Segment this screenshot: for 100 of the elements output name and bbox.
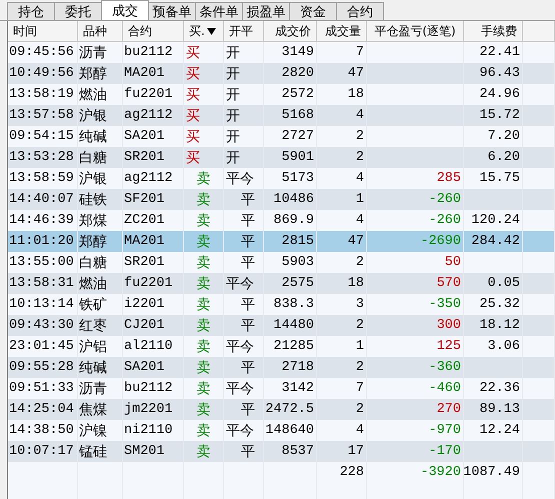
side-cell: 卖 bbox=[196, 296, 210, 314]
pnl-cell: -260 bbox=[428, 213, 461, 228]
side-cell: 买 bbox=[186, 64, 200, 82]
volume-cell: 4 bbox=[356, 423, 364, 438]
offset-cell: 平今 bbox=[226, 274, 254, 292]
offset-cell: 开 bbox=[226, 148, 240, 166]
pnl-cell: 285 bbox=[436, 171, 461, 186]
fee-cell: 3.06 bbox=[488, 339, 520, 354]
offset-cell: 平 bbox=[241, 442, 255, 460]
trade-row[interactable]: 09:43:30 红枣 CJ201 卖 平 14480 2 300 18.12 bbox=[8, 315, 555, 336]
pnl-cell: 570 bbox=[436, 276, 461, 291]
trade-row[interactable]: 09:55:28 纯碱 SA201 卖 平 2718 2 -360 bbox=[8, 357, 555, 378]
fee-cell: 15.72 bbox=[479, 108, 520, 123]
tab[interactable]: 资金 bbox=[289, 2, 337, 20]
fee-cell: 15.75 bbox=[479, 171, 520, 186]
time-cell: 14:40:07 bbox=[9, 192, 74, 207]
tab[interactable]: 损盈单 bbox=[242, 2, 290, 20]
time-cell: 10:49:56 bbox=[9, 66, 74, 81]
trade-row[interactable]: 14:25:04 焦煤 jm2201 卖 平 2472.5 2 270 89.13 bbox=[8, 399, 555, 420]
side-cell: 卖 bbox=[196, 212, 210, 230]
column-header[interactable]: 手续费 bbox=[464, 21, 523, 41]
sort-descending-icon[interactable] bbox=[206, 28, 216, 34]
contract-cell: MA201 bbox=[124, 66, 165, 81]
product-cell: 沥青 bbox=[79, 44, 107, 62]
price-cell: 5173 bbox=[282, 171, 314, 186]
product-cell: 沪铝 bbox=[79, 338, 107, 356]
offset-cell: 平 bbox=[241, 358, 255, 376]
offset-cell: 平 bbox=[241, 316, 255, 334]
contract-cell: ag2112 bbox=[124, 108, 173, 123]
time-cell: 10:13:14 bbox=[9, 297, 74, 312]
time-cell: 09:55:28 bbox=[9, 360, 74, 375]
fee-cell: 0.05 bbox=[488, 276, 520, 291]
product-cell: 郑醇 bbox=[79, 232, 107, 250]
side-cell: 卖 bbox=[196, 170, 210, 188]
contract-cell: fu2201 bbox=[124, 87, 173, 102]
contract-cell: SR201 bbox=[124, 150, 165, 165]
column-header[interactable]: 成交量 bbox=[317, 21, 367, 41]
side-cell: 卖 bbox=[196, 422, 210, 440]
price-cell: 838.3 bbox=[273, 297, 314, 312]
price-cell: 5903 bbox=[282, 255, 314, 270]
offset-cell: 平今 bbox=[226, 170, 254, 188]
tab[interactable]: 预备单 bbox=[148, 2, 196, 20]
contract-cell: bu2112 bbox=[124, 45, 173, 60]
trade-row[interactable]: 11:01:20 郑醇 MA201 卖 平 2815 47 -2690 284.42 bbox=[8, 231, 555, 252]
total-fee-cell: 1087.49 bbox=[463, 465, 520, 480]
column-header[interactable]: 时间 bbox=[8, 21, 78, 41]
tab[interactable]: 条件单 bbox=[195, 2, 243, 20]
side-cell: 卖 bbox=[196, 400, 210, 418]
time-cell: 10:07:17 bbox=[9, 444, 74, 459]
time-cell: 14:25:04 bbox=[9, 402, 74, 417]
trade-row[interactable]: 13:58:31 燃油 fu2201 卖 平今 2575 18 570 0.05 bbox=[8, 273, 555, 294]
column-header[interactable]: 买. bbox=[184, 21, 224, 41]
column-header[interactable]: 平仓盈亏(逐笔) bbox=[367, 21, 464, 41]
contract-cell: SF201 bbox=[124, 192, 165, 207]
product-cell: 郑煤 bbox=[79, 212, 107, 230]
side-cell: 卖 bbox=[196, 254, 210, 272]
fee-cell: 12.24 bbox=[479, 423, 520, 438]
trade-row[interactable]: 13:53:28 白糖 SR201 买 开 5901 2 6.20 bbox=[8, 147, 555, 168]
price-cell: 3142 bbox=[282, 381, 314, 396]
time-cell: 13:58:19 bbox=[9, 87, 74, 102]
volume-cell: 7 bbox=[356, 45, 364, 60]
offset-cell: 平 bbox=[241, 296, 255, 314]
time-cell: 13:58:31 bbox=[9, 276, 74, 291]
price-cell: 5901 bbox=[282, 150, 314, 165]
column-header[interactable]: 品种 bbox=[78, 21, 123, 41]
trade-row[interactable]: 14:40:07 硅铁 SF201 卖 平 10486 1 -260 bbox=[8, 189, 555, 210]
volume-cell: 1 bbox=[356, 339, 364, 354]
contract-cell: ag2112 bbox=[124, 171, 173, 186]
volume-cell: 47 bbox=[348, 66, 364, 81]
product-cell: 锰硅 bbox=[79, 442, 107, 460]
column-header[interactable]: 开平 bbox=[224, 21, 264, 41]
fee-cell: 7.20 bbox=[488, 129, 520, 144]
side-cell: 卖 bbox=[196, 380, 210, 398]
offset-cell: 开 bbox=[226, 128, 240, 146]
side-cell: 卖 bbox=[196, 442, 210, 460]
tab[interactable]: 委托 bbox=[54, 2, 102, 20]
trade-row[interactable]: 13:57:58 沪银 ag2112 买 开 5168 4 15.72 bbox=[8, 105, 555, 126]
fee-cell: 120.24 bbox=[471, 213, 520, 228]
offset-cell: 平 bbox=[241, 190, 255, 208]
price-cell: 2572 bbox=[282, 87, 314, 102]
side-cell: 买 bbox=[186, 44, 200, 62]
column-header[interactable]: 成交价 bbox=[264, 21, 317, 41]
price-cell: 148640 bbox=[265, 423, 314, 438]
fee-cell: 24.96 bbox=[479, 87, 520, 102]
product-cell: 燃油 bbox=[79, 86, 107, 104]
product-cell: 沥青 bbox=[79, 380, 107, 398]
tab[interactable]: 持仓 bbox=[7, 2, 55, 20]
contract-cell: SR201 bbox=[124, 255, 165, 270]
price-cell: 2472.5 bbox=[265, 402, 314, 417]
contract-cell: CJ201 bbox=[124, 318, 165, 333]
trade-row[interactable]: 10:07:17 锰硅 SM201 卖 平 8537 17 -170 bbox=[8, 441, 555, 462]
price-cell: 869.9 bbox=[273, 213, 314, 228]
contract-cell: i2201 bbox=[124, 297, 165, 312]
tab[interactable]: 成交 bbox=[101, 0, 149, 20]
trade-row[interactable]: 10:49:56 郑醇 MA201 买 开 2820 47 96.43 bbox=[8, 63, 555, 84]
column-header[interactable]: 合约 bbox=[123, 21, 184, 41]
price-cell: 2575 bbox=[282, 276, 314, 291]
tab[interactable]: 合约 bbox=[336, 2, 384, 20]
pnl-cell: -170 bbox=[428, 444, 461, 459]
pnl-cell: -350 bbox=[428, 297, 461, 312]
